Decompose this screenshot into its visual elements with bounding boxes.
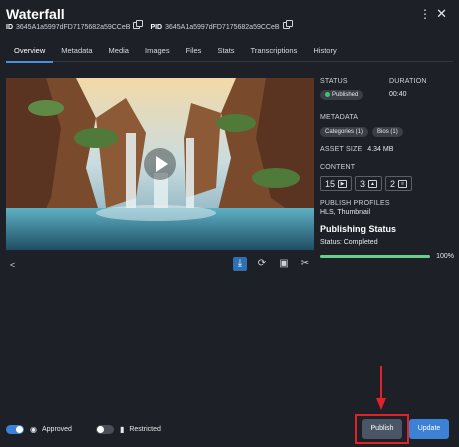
update-button[interactable]: Update bbox=[409, 419, 449, 439]
status-label: STATUS bbox=[320, 78, 348, 85]
tab-transcriptions[interactable]: Transcriptions bbox=[243, 44, 306, 62]
publish-profiles-label: PUBLISH PROFILES bbox=[320, 200, 390, 207]
status-block: STATUS Published bbox=[320, 78, 454, 101]
metadata-chips: Categories (1) Bios (1) bbox=[320, 127, 454, 137]
id-value: 3645A1a5997dFD7175682a59CCeB bbox=[16, 24, 131, 31]
status-duration-row: STATUS Published DURATION 00:40 bbox=[320, 78, 454, 108]
progress-fill bbox=[320, 255, 430, 258]
image-icon: ▲ bbox=[368, 179, 378, 188]
tab-media[interactable]: Media bbox=[101, 44, 137, 62]
image-count-value: 3 bbox=[360, 178, 366, 189]
close-icon[interactable]: ✕ bbox=[436, 6, 447, 22]
footer-toggles: ◉ Approved ▮ Restricted bbox=[6, 422, 161, 436]
asset-size-value: 4.34 MB bbox=[367, 146, 394, 153]
publish-profiles-value: HLS, Thumbnail bbox=[320, 209, 371, 216]
arrow-down-icon bbox=[376, 366, 386, 410]
id-field: ID 3645A1a5997dFD7175682a59CCeB bbox=[6, 20, 144, 31]
video-count[interactable]: 15 ▶ bbox=[320, 176, 353, 191]
content-counts: 15 ▶ 3 ▲ 2 ≡ bbox=[320, 176, 454, 191]
document-icon: ≡ bbox=[398, 179, 408, 188]
video-icon: ▶ bbox=[338, 179, 348, 188]
pid-value: 3645A1a5997dFD7175682a59CCeB bbox=[165, 24, 280, 31]
file-count[interactable]: 2 ≡ bbox=[385, 176, 413, 191]
content-label: CONTENT bbox=[320, 164, 356, 171]
publishing-status-text: Status: Completed bbox=[320, 239, 378, 246]
image-count[interactable]: 3 ▲ bbox=[355, 176, 383, 191]
toggle-knob bbox=[16, 425, 23, 433]
duration-value: 00:40 bbox=[389, 91, 407, 98]
scissors-icon[interactable]: ✂ bbox=[298, 257, 312, 271]
tab-overview[interactable]: Overview bbox=[6, 44, 54, 63]
refresh-icon[interactable]: ⟳ bbox=[255, 257, 269, 271]
pid-label: PID bbox=[150, 24, 163, 31]
image-icon[interactable]: ▣ bbox=[277, 257, 291, 271]
tab-bar: Overview Metadata Media Images Files Sta… bbox=[6, 44, 453, 63]
status-badge: Published bbox=[320, 90, 364, 101]
page-title: Waterfall bbox=[6, 6, 65, 22]
publish-progress: 100% bbox=[320, 253, 454, 261]
video-player[interactable] bbox=[6, 78, 314, 250]
video-count-value: 15 bbox=[325, 178, 336, 189]
media-toolbar: ⤓ ⟳ ▣ ✂ bbox=[6, 257, 314, 273]
download-icon[interactable]: ⤓ bbox=[233, 257, 247, 271]
chip-categories[interactable]: Categories (1) bbox=[320, 127, 369, 137]
asset-size-row: ASSET SIZE 4.34 MB bbox=[320, 146, 454, 153]
publish-button[interactable]: Publish bbox=[362, 419, 402, 439]
restricted-toggle[interactable] bbox=[95, 424, 114, 434]
id-label: ID bbox=[6, 24, 13, 31]
approved-label: Approved bbox=[41, 425, 72, 433]
tab-files[interactable]: Files bbox=[178, 44, 210, 62]
lock-icon: ▮ bbox=[119, 424, 125, 434]
chip-bios[interactable]: Bios (1) bbox=[372, 127, 403, 137]
file-count-value: 2 bbox=[390, 178, 396, 189]
play-icon[interactable] bbox=[144, 148, 176, 180]
publishing-status-title: Publishing Status bbox=[320, 224, 397, 234]
toggle-knob bbox=[96, 425, 104, 433]
id-row: ID 3645A1a5997dFD7175682a59CCeB PID 3645A1… bbox=[6, 20, 293, 31]
details-panel: STATUS Published DURATION 00:40 METADATA… bbox=[320, 78, 454, 261]
eye-icon: ◉ bbox=[30, 424, 37, 434]
duration-block: DURATION 00:40 bbox=[389, 78, 427, 98]
more-options-icon[interactable]: ⋮ bbox=[419, 8, 431, 20]
metadata-label: METADATA bbox=[320, 114, 359, 121]
header: Waterfall ID 3645A1a5997dFD7175682a59CCeB… bbox=[6, 6, 453, 42]
progress-track bbox=[320, 255, 430, 258]
pid-field: PID 3645A1a5997dFD7175682a59CCeB bbox=[150, 20, 293, 31]
tab-images[interactable]: Images bbox=[137, 44, 178, 62]
tab-metadata[interactable]: Metadata bbox=[53, 44, 100, 62]
status-value: Published bbox=[332, 92, 359, 99]
duration-label: DURATION bbox=[389, 78, 427, 85]
restricted-label: Restricted bbox=[129, 425, 161, 433]
tab-stats[interactable]: Stats bbox=[209, 44, 242, 62]
approved-toggle[interactable] bbox=[6, 424, 24, 434]
copy-pid-icon[interactable] bbox=[282, 20, 293, 29]
status-dot-icon bbox=[325, 92, 330, 97]
asset-size-label: ASSET SIZE bbox=[320, 146, 363, 153]
tab-history[interactable]: History bbox=[305, 44, 344, 62]
progress-percent: 100% bbox=[436, 253, 454, 260]
copy-id-icon[interactable] bbox=[133, 20, 144, 29]
